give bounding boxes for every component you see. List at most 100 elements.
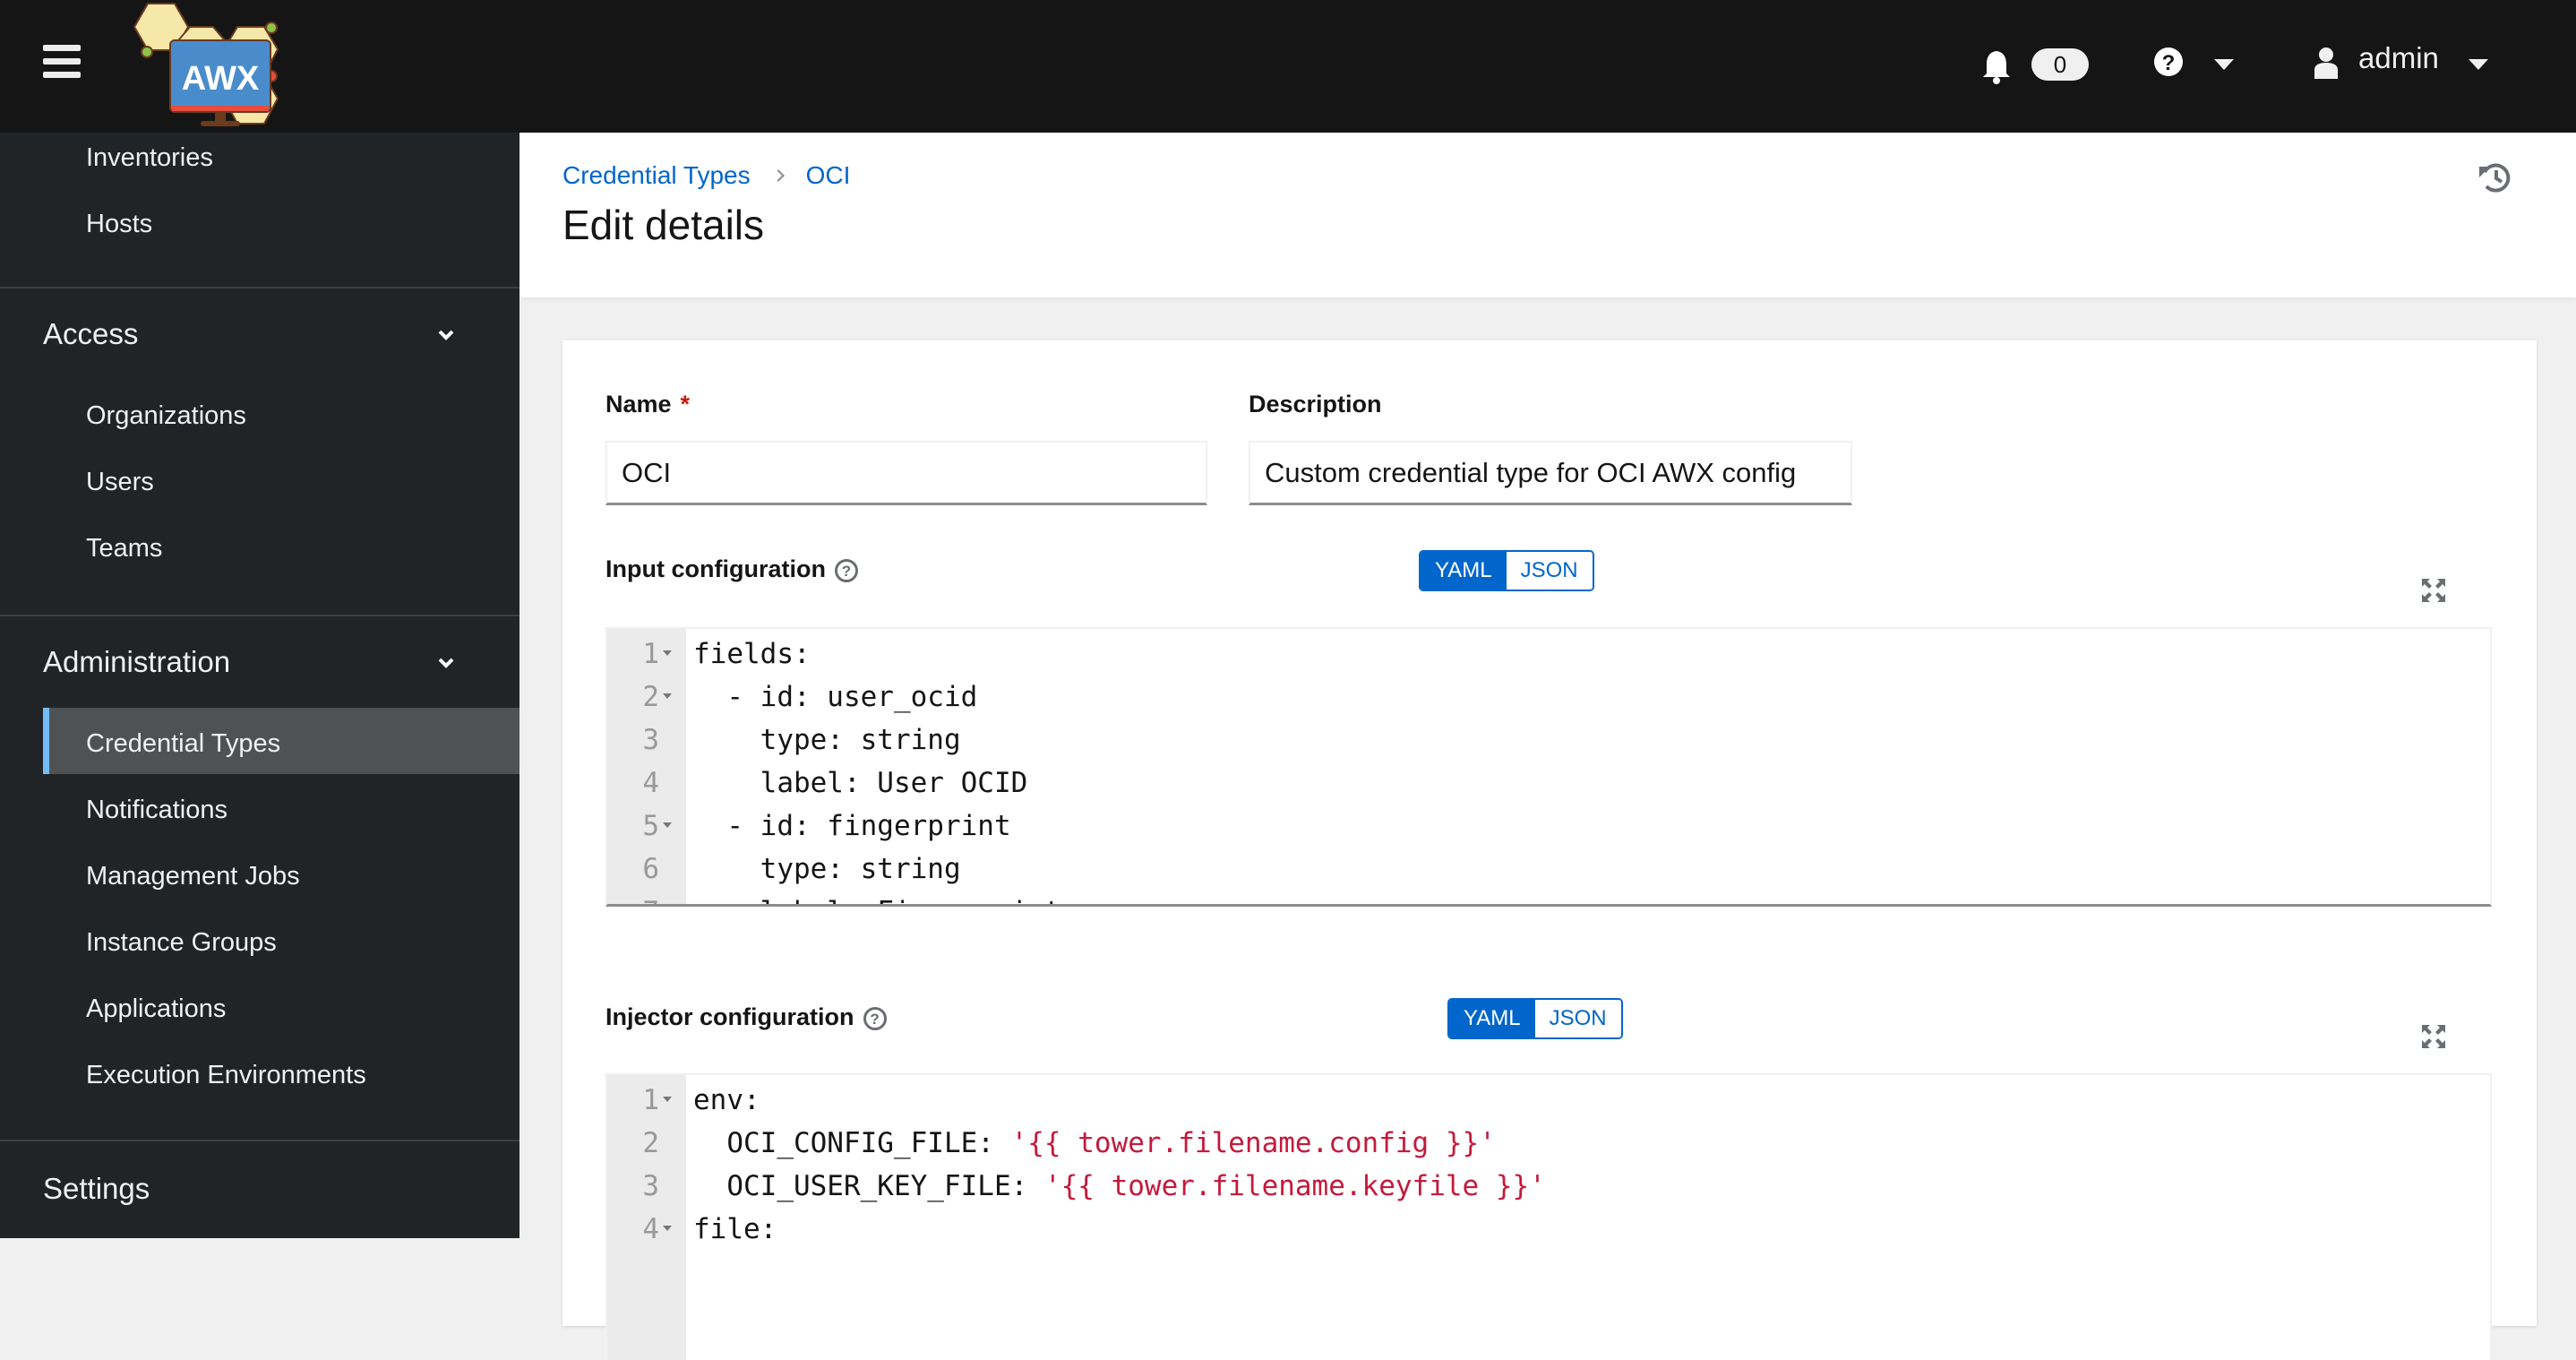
code-text: OCI_CONFIG_FILE: '{{ tower.filename.conf… — [693, 1127, 1496, 1159]
breadcrumb-credential-types[interactable]: Credential Types — [562, 161, 751, 190]
name-input[interactable] — [605, 441, 1207, 505]
help-icon[interactable]: ? — [834, 558, 858, 582]
code-line[interactable]: 2 - id: user_ocid — [607, 676, 2490, 719]
description-input[interactable] — [1249, 441, 1852, 505]
code-line[interactable]: 4 label: User OCID — [607, 762, 2490, 805]
line-number: 5 — [642, 810, 659, 842]
user-icon — [2314, 47, 2338, 79]
code-text: - id: user_ocid — [693, 681, 978, 713]
page-header: Credential Types OCI Edit details — [519, 133, 2576, 297]
description-label: Description — [1249, 391, 1382, 417]
bell-icon[interactable] — [1981, 47, 2012, 84]
code-text: fields: — [693, 638, 811, 670]
code-line[interactable]: 3 OCI_USER_KEY_FILE: '{{ tower.filename.… — [607, 1165, 2490, 1208]
hamburger-icon[interactable] — [43, 45, 82, 84]
sidebar-item-notifications[interactable]: Notifications — [86, 796, 228, 825]
sidebar-item-credential-types[interactable]: Credential Types — [86, 729, 280, 759]
question-circle-icon[interactable]: ? — [2153, 47, 2184, 77]
code-line[interactable]: 1 fields: — [607, 633, 2490, 676]
code-text: type: string — [693, 724, 961, 756]
expand-icon[interactable] — [2420, 577, 2447, 604]
code-line[interactable]: 6 type: string — [607, 848, 2490, 891]
fold-caret-icon[interactable] — [663, 693, 672, 699]
nav-divider — [0, 615, 519, 616]
chevron-down-icon[interactable] — [437, 326, 455, 344]
line-number: 1 — [642, 638, 659, 670]
injector-configuration-label: Injector configuration? — [605, 1003, 887, 1031]
code-text: OCI_USER_KEY_FILE: '{{ tower.filename.ke… — [693, 1170, 1546, 1202]
input-configuration-label: Input configuration? — [605, 555, 858, 583]
injector-config-json-button[interactable]: JSON — [1534, 1000, 1621, 1037]
code-line[interactable]: 5 - id: fingerprint — [607, 805, 2490, 848]
input-configuration-editor[interactable]: 1 fields: 2 - id: user_ocid 3 type: string 4… — [605, 627, 2492, 907]
sidebar-item-hosts[interactable]: Hosts — [86, 210, 152, 239]
masthead: AWX 0 ? admin — [0, 0, 2576, 133]
line-number: 3 — [642, 724, 659, 756]
chevron-right-icon — [771, 169, 785, 182]
breadcrumb: Credential Types OCI — [562, 161, 850, 190]
fold-caret-icon[interactable] — [663, 1226, 672, 1231]
awx-logo[interactable]: AWX — [125, 0, 313, 133]
sidebar-item-applications[interactable]: Applications — [86, 994, 226, 1024]
line-number: 4 — [642, 767, 659, 799]
sidebar-section-settings[interactable]: Settings — [43, 1172, 150, 1206]
code-text: file: — [693, 1213, 777, 1245]
help-icon[interactable]: ? — [863, 1006, 887, 1030]
line-number: 2 — [642, 681, 659, 713]
page-title: Edit details — [562, 202, 765, 248]
fold-caret-icon[interactable] — [663, 1097, 672, 1102]
sidebar-item-management-jobs[interactable]: Management Jobs — [86, 862, 300, 891]
breadcrumb-oci[interactable]: OCI — [806, 161, 851, 190]
sidebar-item-teams[interactable]: Teams — [86, 534, 162, 564]
line-number: 6 — [642, 853, 659, 885]
injector-configuration-editor[interactable]: 1 env: 2 OCI_CONFIG_FILE: '{{ tower.filena… — [605, 1073, 2492, 1360]
code-line[interactable]: 7 label: Fingerprint — [607, 891, 2490, 904]
logo-text: AWX — [182, 60, 260, 98]
code-line[interactable]: 2 OCI_CONFIG_FILE: '{{ tower.filename.co… — [607, 1122, 2490, 1165]
sidebar-item-instance-groups[interactable]: Instance Groups — [86, 928, 277, 958]
code-text: label: User OCID — [693, 767, 1028, 799]
line-number: 7 — [607, 891, 659, 904]
sidebar-item-execution-environments[interactable]: Execution Environments — [86, 1061, 366, 1090]
injector-config-mode-toggle: YAML JSON — [1447, 998, 1623, 1039]
input-config-mode-toggle: YAML JSON — [1419, 550, 1594, 591]
sidebar-nav: Inventories Hosts Access Organizations U… — [0, 133, 519, 1238]
help-dropdown-caret-icon[interactable] — [2214, 59, 2234, 70]
name-label: Name * — [605, 391, 691, 417]
sidebar-section-administration[interactable]: Administration — [43, 645, 230, 679]
line-number: 1 — [642, 1084, 659, 1116]
code-line[interactable]: 3 type: string — [607, 719, 2490, 762]
sidebar-item-users[interactable]: Users — [86, 468, 154, 497]
code-text: type: string — [693, 853, 961, 885]
history-icon[interactable] — [2477, 159, 2513, 195]
chevron-down-icon[interactable] — [437, 654, 455, 672]
code-text: label: Fingerprint — [693, 891, 1061, 904]
user-menu-toggle[interactable]: admin — [2358, 41, 2439, 75]
user-dropdown-caret-icon[interactable] — [2469, 59, 2488, 70]
fold-caret-icon[interactable] — [663, 650, 672, 656]
line-number: 2 — [642, 1127, 659, 1159]
code-string: '{{ tower.filename.keyfile }}' — [1043, 1170, 1546, 1202]
svg-text:?: ? — [2162, 51, 2176, 75]
expand-icon[interactable] — [2420, 1023, 2447, 1050]
line-number: 4 — [642, 1213, 659, 1245]
code-line[interactable]: 4 file: — [607, 1208, 2490, 1251]
injector-config-yaml-button[interactable]: YAML — [1449, 1000, 1535, 1037]
nav-divider — [0, 1140, 519, 1141]
line-number: 3 — [642, 1170, 659, 1202]
sidebar-item-inventories[interactable]: Inventories — [86, 143, 213, 173]
sidebar-section-access[interactable]: Access — [43, 317, 138, 351]
fold-caret-icon[interactable] — [663, 822, 672, 828]
edit-form-card: Name* Description Input configuration? Y… — [562, 340, 2537, 1360]
required-marker: * — [680, 391, 691, 417]
code-text: - id: fingerprint — [693, 810, 1011, 842]
code-line[interactable]: 1 env: — [607, 1079, 2490, 1122]
notification-count-badge[interactable]: 0 — [2031, 48, 2089, 81]
nav-divider — [0, 287, 519, 288]
sidebar-item-organizations[interactable]: Organizations — [86, 401, 246, 431]
main-content: Credential Types OCI Edit details Name * … — [519, 133, 2576, 1360]
code-string: '{{ tower.filename.config }}' — [1010, 1127, 1496, 1159]
code-text: env: — [693, 1084, 760, 1116]
input-config-yaml-button[interactable]: YAML — [1421, 552, 1507, 590]
input-config-json-button[interactable]: JSON — [1506, 552, 1593, 590]
